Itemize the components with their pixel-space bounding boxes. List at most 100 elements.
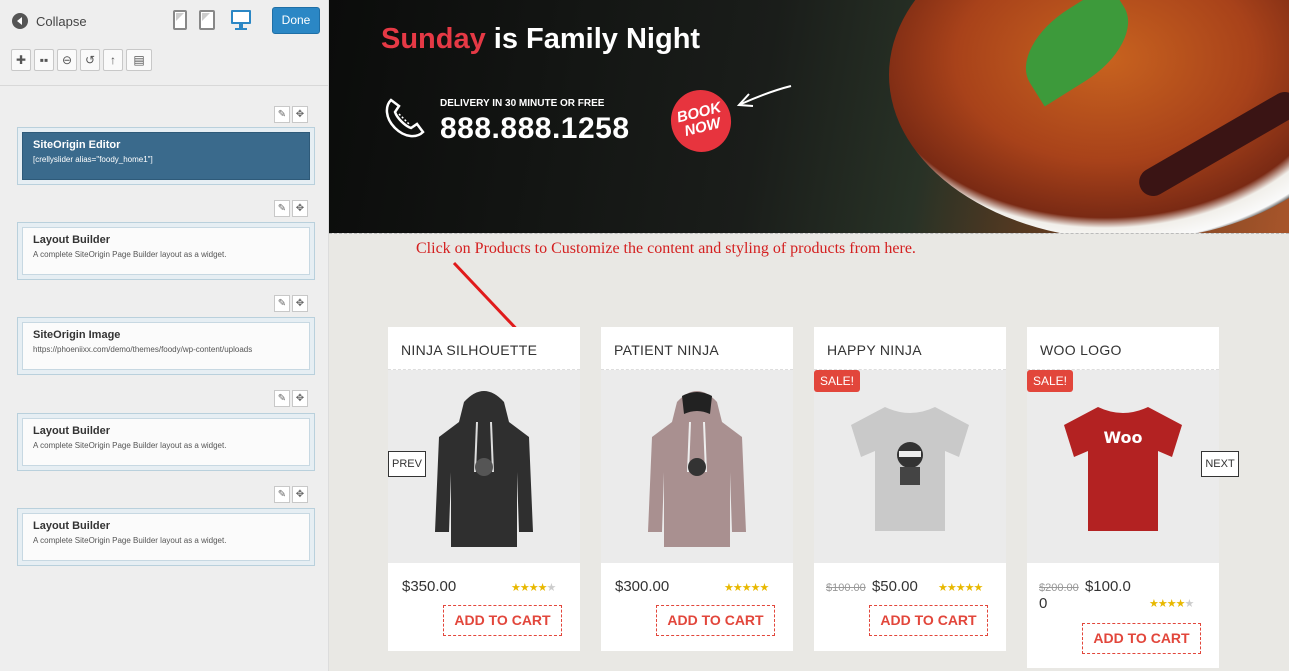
sale-badge: SALE! [814,370,861,392]
row-controls: ✎ ✥ [274,295,308,312]
woo-logo-text: Woo [1103,428,1142,447]
add-to-cart-button[interactable]: ADD TO CART [656,605,775,636]
move-icon[interactable]: ✥ [292,200,308,217]
widget-layout-builder[interactable]: Layout Builder A complete SiteOrigin Pag… [17,508,315,566]
wrench-icon[interactable]: ✎ [274,486,290,503]
star-filled-icon: ★ [1175,598,1186,610]
row-controls: ✎ ✥ [274,390,308,407]
product-card[interactable]: HAPPY NINJA SALE! $100.00 $50.00 ★★★★★ A… [814,327,1006,651]
wrench-icon[interactable]: ✎ [274,200,290,217]
star-empty-icon: ★ [546,582,557,594]
widget-layout-builder[interactable]: Layout Builder A complete SiteOrigin Pag… [17,222,315,280]
widget-layout-builder[interactable]: Layout Builder A complete SiteOrigin Pag… [17,413,315,471]
add-widget-icon[interactable]: ✚ [11,49,31,71]
builder-toolbar: ✚ ▪▪ ⊖ ↺ ↑ ▤ [11,49,152,71]
carousel-next-button[interactable]: NEXT [1201,451,1239,477]
done-button[interactable]: Done [272,7,320,34]
add-to-cart-button[interactable]: ADD TO CART [869,605,988,636]
product-price: $100.00 $50.00 [826,578,918,595]
add-to-cart-button[interactable]: ADD TO CART [1082,623,1201,654]
collapse-arrow-icon [12,13,28,29]
product-title[interactable]: NINJA SILHOUETTE [388,327,580,370]
hand-drawn-arrow-icon [736,85,792,107]
star-filled-icon: ★ [537,582,548,594]
wrench-icon[interactable]: ✎ [274,390,290,407]
wrench-icon[interactable]: ✎ [274,295,290,312]
star-rating: ★★★★★ [938,581,984,594]
carousel-prev-button[interactable]: PREV [388,451,426,477]
widget-title: Layout Builder [33,234,111,246]
desktop-preview-icon[interactable] [230,9,252,31]
hoodie-image [435,390,533,547]
collapse-button[interactable]: Collapse [12,13,87,29]
tshirt-image [851,406,969,531]
headline-highlight: Sunday [381,23,486,55]
price-overflow: 0 [1039,595,1048,612]
section-divider [329,233,1289,234]
add-to-cart-button[interactable]: ADD TO CART [443,605,562,636]
collapse-label: Collapse [36,13,87,29]
star-filled-icon: ★ [759,582,770,594]
product-info: $300.00 ★★★★★ ADD TO CART [601,563,793,651]
star-filled-icon: ★ [750,582,761,594]
widget-description: A complete SiteOrigin Page Builder layou… [33,536,227,545]
product-info: $200.00 $100.0 0 ★★★★★ ADD TO CART [1027,563,1219,668]
product-title[interactable]: HAPPY NINJA [814,327,1006,370]
widget-description: [crellyslider alias="foody_home1"] [33,155,153,164]
product-title[interactable]: WOO LOGO [1027,327,1219,370]
star-rating: ★★★★★ [724,581,770,594]
customize-annotation: Click on Products to Customize the conte… [416,240,916,257]
product-card[interactable]: PATIENT NINJA $300.00 ★★★★★ ADD TO CART [601,327,793,651]
star-filled-icon: ★ [973,582,984,594]
hoodie-image [648,390,746,547]
old-price: $100.00 [826,582,866,594]
product-card[interactable]: WOO LOGO SALE! Woo $200.00 $100.0 0 ★★★★★… [1027,327,1219,668]
current-price: $50.00 [871,578,918,595]
move-icon[interactable]: ✥ [292,390,308,407]
star-rating: ★★★★★ [1149,597,1194,610]
prebuilt-layout-icon[interactable]: ⊖ [57,49,77,71]
mobile-preview-icon[interactable] [173,10,187,30]
product-price: $350.00 [400,578,456,595]
product-card[interactable]: NINJA SILHOUETTE $350.00 ★★★★★ ADD TO CA… [388,327,580,651]
toolbar-divider [0,85,328,86]
move-icon[interactable]: ✥ [292,486,308,503]
product-info: $100.00 $50.00 ★★★★★ ADD TO CART [814,563,1006,651]
widget-title: SiteOrigin Editor [33,139,121,151]
current-price: $100.0 [1084,578,1131,595]
star-filled-icon: ★ [946,582,957,594]
hero-cropped-heading: ▔▔▔▔▔▔▔▔ [381,0,598,22]
tablet-preview-icon[interactable] [199,10,215,30]
move-icon[interactable]: ✥ [292,106,308,123]
history-icon[interactable]: ↺ [80,49,100,71]
tshirt-image: Woo [1064,406,1182,531]
star-filled-icon: ★ [511,582,521,594]
widget-title: SiteOrigin Image [33,329,121,341]
star-filled-icon: ★ [519,582,530,594]
star-rating: ★★★★★ [511,581,557,594]
old-price: $200.00 [1039,582,1079,594]
row-controls: ✎ ✥ [274,106,308,123]
wrench-icon[interactable]: ✎ [274,106,290,123]
star-filled-icon: ★ [724,582,734,594]
move-icon[interactable]: ✥ [292,295,308,312]
widget-siteorigin-editor[interactable]: SiteOrigin Editor [crellyslider alias="f… [17,127,315,185]
widget-description: A complete SiteOrigin Page Builder layou… [33,250,227,259]
star-filled-icon: ★ [938,582,948,594]
add-row-icon[interactable]: ▪▪ [34,49,54,71]
star-filled-icon: ★ [955,582,966,594]
upload-icon[interactable]: ↑ [103,49,123,71]
widget-description: https://phoeniixx.com/demo/themes/foody/… [33,345,253,354]
product-image[interactable]: SALE! Woo [1027,370,1219,563]
widget-title: Layout Builder [33,520,111,532]
widget-description: A complete SiteOrigin Page Builder layou… [33,441,227,450]
live-editor-icon[interactable]: ▤ [126,49,152,71]
book-now-badge[interactable]: BOOK NOW [664,83,738,159]
widget-siteorigin-image[interactable]: SiteOrigin Image https://phoeniixx.com/d… [17,317,315,375]
star-filled-icon: ★ [1166,598,1177,610]
sale-badge: SALE! [1027,370,1074,392]
product-image[interactable] [601,370,793,563]
hero-slider[interactable]: ▔▔▔▔▔▔▔▔ Sunday is Family Night DELIVERY… [329,0,1289,233]
product-title[interactable]: PATIENT NINJA [601,327,793,370]
product-image[interactable]: SALE! [814,370,1006,563]
